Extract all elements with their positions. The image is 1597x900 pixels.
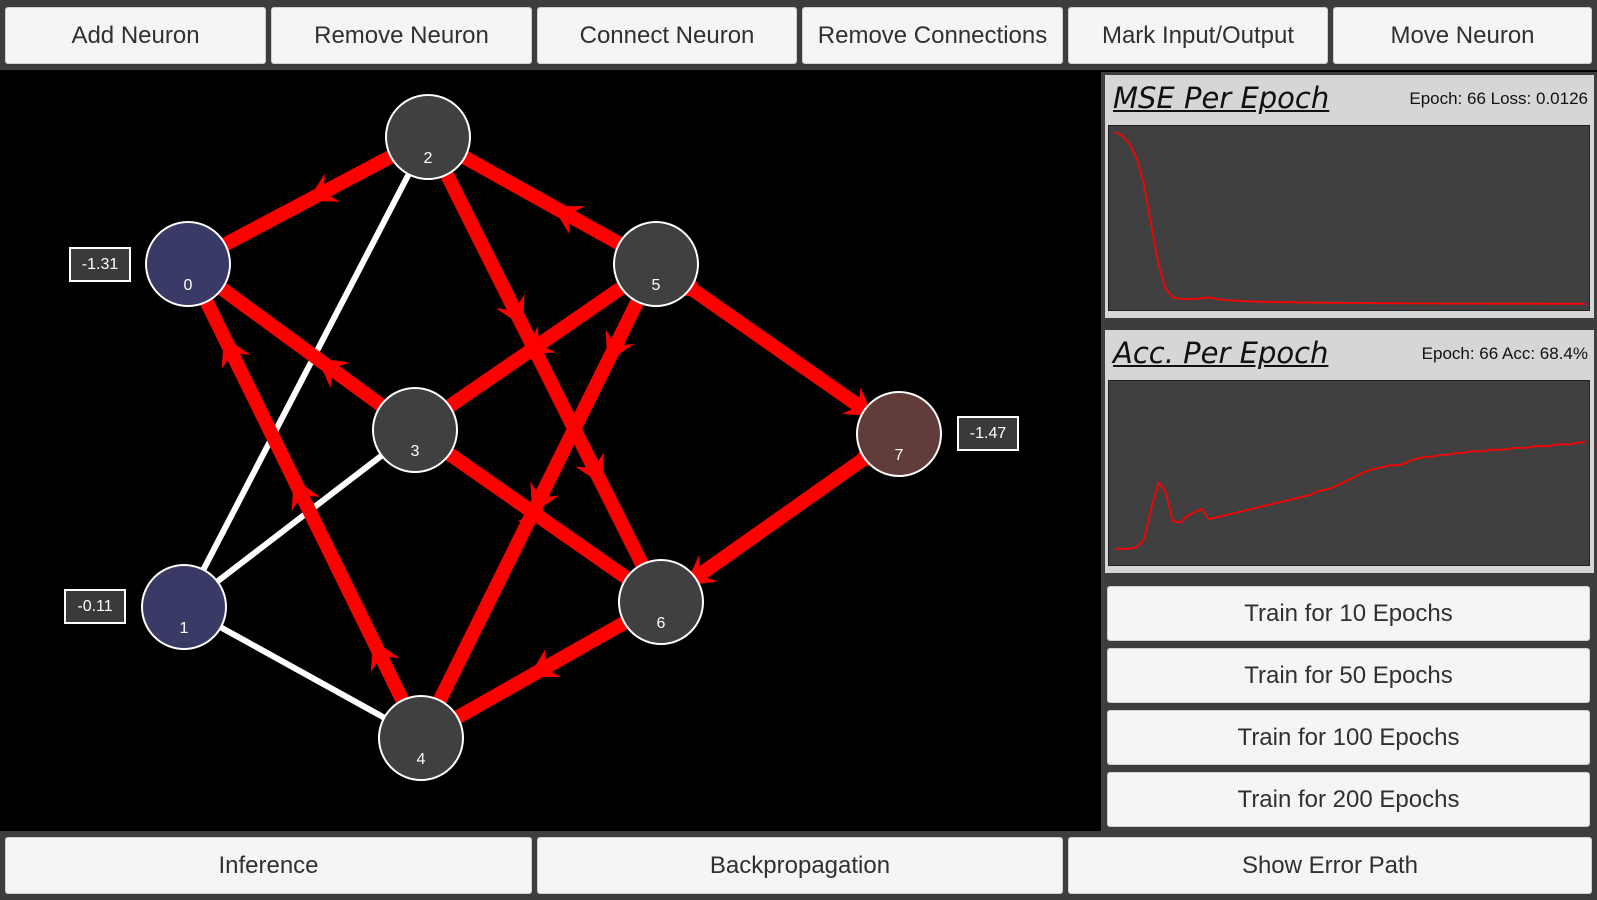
mse-line (1114, 131, 1585, 305)
connect-neuron-button[interactable]: Connect Neuron (537, 7, 797, 64)
neuron-5-label: 5 (652, 277, 661, 294)
neuron-1-value: -0.11 (64, 589, 126, 624)
mse-plot (1108, 125, 1590, 311)
neuron-3-label: 3 (411, 443, 420, 460)
acc-line (1115, 441, 1586, 550)
acc-panel-title: Acc. Per Epoch (1113, 336, 1329, 370)
neuron-0-value: -1.31 (69, 247, 131, 282)
neuron-0-label: 0 (184, 277, 193, 294)
connection-1-3 (182, 427, 417, 610)
remove-connections-button[interactable]: Remove Connections (802, 7, 1063, 64)
bottom-toolbar: Inference Backpropagation Show Error Pat… (0, 831, 1597, 900)
neuron-6[interactable]: 6 (618, 559, 704, 645)
acc-panel-stat: Epoch: 66 Acc: 68.4% (1421, 344, 1588, 363)
top-toolbar: Add Neuron Remove Neuron Connect Neuron … (0, 0, 1597, 70)
neuron-4-label: 4 (417, 751, 426, 768)
network-canvas[interactable]: 0 1 2 3 4 5 6 7 (0, 70, 1100, 831)
train-10-epochs-button[interactable]: Train for 10 Epochs (1107, 586, 1590, 641)
neuron-0[interactable]: 0 (145, 221, 231, 307)
show-error-path-button[interactable]: Show Error Path (1068, 837, 1592, 894)
acc-panel: Acc. Per Epoch Epoch: 66 Acc: 68.4% (1105, 330, 1594, 573)
inference-button[interactable]: Inference (5, 837, 532, 894)
neuron-7-value: -1.47 (957, 416, 1019, 451)
neuron-3[interactable]: 3 (372, 387, 458, 473)
mse-panel: MSE Per Epoch Epoch: 66 Loss: 0.0126 (1105, 75, 1594, 318)
train-200-epochs-button[interactable]: Train for 200 Epochs (1107, 772, 1590, 827)
neuron-1-label: 1 (180, 620, 189, 637)
neuron-1[interactable]: 1 (141, 564, 227, 650)
train-50-epochs-button[interactable]: Train for 50 Epochs (1107, 648, 1590, 703)
mark-input-output-button[interactable]: Mark Input/Output (1068, 7, 1328, 64)
move-neuron-button[interactable]: Move Neuron (1333, 7, 1592, 64)
error-connection-0-4 (181, 260, 428, 742)
neuron-7[interactable]: 7 (856, 391, 942, 477)
neuron-7-label: 7 (895, 447, 904, 464)
backpropagation-button[interactable]: Backpropagation (537, 837, 1063, 894)
neuron-6-label: 6 (657, 615, 666, 632)
neuron-4[interactable]: 4 (378, 695, 464, 781)
neuron-2[interactable]: 2 (385, 94, 471, 180)
add-neuron-button[interactable]: Add Neuron (5, 7, 266, 64)
mse-panel-stat: Epoch: 66 Loss: 0.0126 (1409, 89, 1588, 108)
remove-neuron-button[interactable]: Remove Neuron (271, 7, 532, 64)
neuron-5[interactable]: 5 (613, 221, 699, 307)
neuron-2-label: 2 (424, 150, 433, 167)
acc-plot (1108, 380, 1590, 566)
train-100-epochs-button[interactable]: Train for 100 Epochs (1107, 710, 1590, 765)
mse-panel-title: MSE Per Epoch (1113, 81, 1330, 115)
